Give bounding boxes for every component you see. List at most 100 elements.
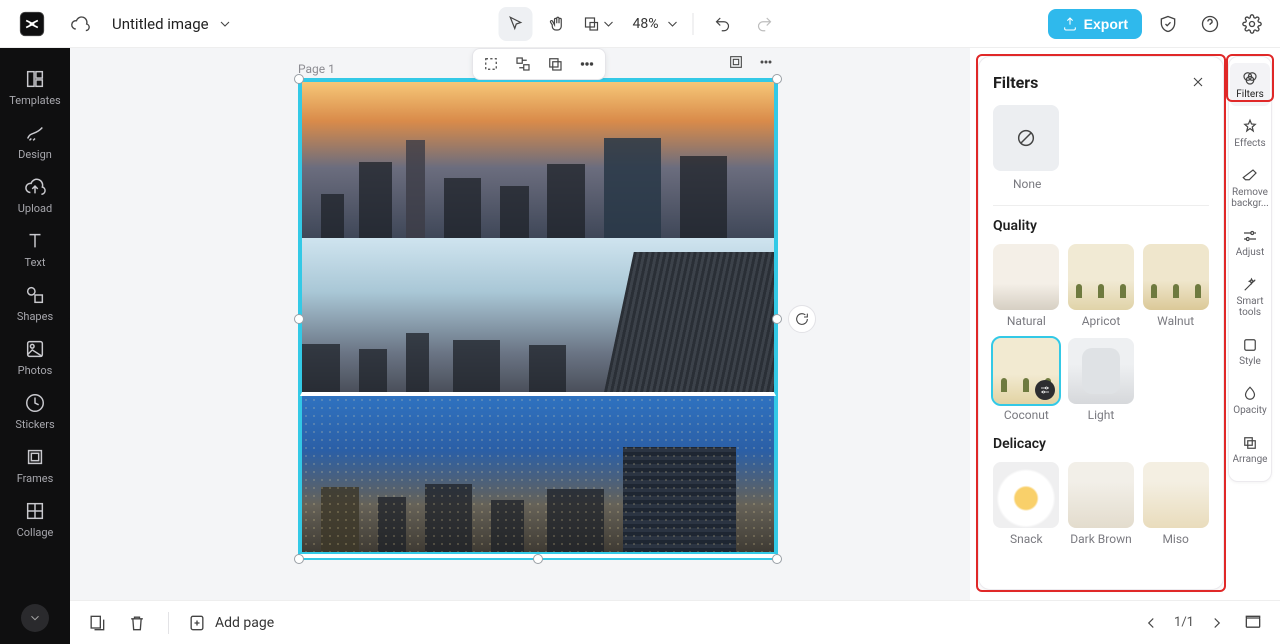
- expand-page-button[interactable]: [726, 52, 746, 72]
- cursor-tool[interactable]: [499, 7, 533, 41]
- photos-icon: [24, 338, 46, 360]
- prop-label: Filters: [1236, 89, 1264, 100]
- pages-panel-button[interactable]: [84, 610, 110, 636]
- sidebar-item-upload[interactable]: Upload: [3, 170, 67, 220]
- sidebar-item-stickers[interactable]: Stickers: [3, 386, 67, 436]
- none-icon: [1015, 127, 1037, 149]
- add-page-icon: [187, 613, 207, 633]
- sidebar-item-shapes[interactable]: Shapes: [3, 278, 67, 328]
- sidebar-item-text[interactable]: Text: [3, 224, 67, 274]
- prop-adjust[interactable]: Adjust: [1230, 221, 1270, 264]
- sidebar-item-templates[interactable]: Templates: [3, 62, 67, 112]
- filter-walnut[interactable]: Walnut: [1142, 244, 1209, 328]
- prop-style[interactable]: Style: [1230, 330, 1270, 373]
- gear-icon: [1242, 14, 1262, 34]
- prop-filters[interactable]: Filters: [1230, 63, 1270, 106]
- sidebar-item-label: Frames: [17, 472, 54, 485]
- sidebar-item-label: Design: [18, 148, 52, 161]
- chevron-left-icon: [1142, 614, 1160, 632]
- more-button[interactable]: [575, 52, 599, 76]
- filter-none-label: None: [1013, 177, 1041, 191]
- selection-toolbar: [472, 48, 606, 80]
- effects-icon: [1241, 118, 1259, 136]
- prop-label: Effects: [1234, 138, 1265, 149]
- opacity-icon: [1241, 385, 1259, 403]
- shield-button[interactable]: [1152, 8, 1184, 40]
- prop-opacity[interactable]: Opacity: [1230, 379, 1270, 422]
- resize-handle-bc[interactable]: [533, 554, 543, 564]
- section-title-quality: Quality: [993, 218, 1209, 234]
- undo-button[interactable]: [706, 7, 740, 41]
- app-logo[interactable]: [12, 4, 52, 44]
- resize-handle-mr[interactable]: [772, 314, 782, 324]
- prop-label: Style: [1239, 356, 1261, 367]
- filter-label: Dark Brown: [1070, 532, 1131, 546]
- document-title-text: Untitled image: [112, 15, 209, 33]
- arrange-icon: [1241, 434, 1259, 452]
- filter-dark-brown[interactable]: Dark Brown: [1068, 462, 1135, 546]
- prop-smart-tools[interactable]: Smart tools: [1230, 270, 1270, 324]
- rotate-button[interactable]: [788, 305, 816, 333]
- sidebar-item-frames[interactable]: Frames: [3, 440, 67, 490]
- filter-apricot[interactable]: Apricot: [1068, 244, 1135, 328]
- filter-snack[interactable]: Snack: [993, 462, 1060, 546]
- prop-effects[interactable]: Effects: [1230, 112, 1270, 155]
- present-button[interactable]: [1240, 610, 1266, 636]
- resize-tool[interactable]: [583, 7, 617, 41]
- export-button[interactable]: Export: [1048, 9, 1142, 39]
- collage-cell-1[interactable]: [300, 80, 776, 238]
- resize-handle-tl[interactable]: [294, 74, 304, 84]
- sidebar-item-label: Upload: [18, 202, 52, 215]
- canvas-selection[interactable]: [298, 78, 778, 560]
- export-label: Export: [1084, 16, 1128, 32]
- separator: [168, 612, 169, 634]
- sidebar-item-label: Collage: [17, 526, 54, 539]
- cursor-icon: [507, 15, 525, 33]
- prop-remove-bg[interactable]: Remove backgr...: [1230, 161, 1270, 215]
- document-title-dropdown[interactable]: Untitled image: [112, 15, 233, 33]
- duplicate-icon: [546, 55, 564, 73]
- resize-handle-ml[interactable]: [294, 314, 304, 324]
- crop-button[interactable]: [479, 52, 503, 76]
- filter-light[interactable]: Light: [1068, 338, 1135, 422]
- replace-button[interactable]: [511, 52, 535, 76]
- help-icon: [1200, 14, 1220, 34]
- properties-sidebar: Filters Effects Remove backgr... Adjust …: [1228, 56, 1272, 482]
- collage-cell-3[interactable]: [300, 396, 776, 554]
- next-page-button: [1204, 610, 1230, 636]
- sidebar-item-design[interactable]: Design: [3, 116, 67, 166]
- resize-handle-bl[interactable]: [294, 554, 304, 564]
- filter-natural[interactable]: Natural: [993, 244, 1060, 328]
- chevron-down-icon: [28, 611, 42, 625]
- chevron-right-icon: [1208, 614, 1226, 632]
- help-button[interactable]: [1194, 8, 1226, 40]
- filter-none[interactable]: [993, 105, 1059, 171]
- settings-button[interactable]: [1236, 8, 1268, 40]
- zoom-dropdown[interactable]: 48%: [633, 16, 681, 32]
- more-icon: [758, 54, 774, 70]
- redo-button[interactable]: [748, 7, 782, 41]
- sidebar-item-collage[interactable]: Collage: [3, 494, 67, 544]
- sidebar-item-photos[interactable]: Photos: [3, 332, 67, 382]
- templates-icon: [24, 68, 46, 90]
- hand-tool[interactable]: [541, 7, 575, 41]
- prop-arrange[interactable]: Arrange: [1230, 428, 1270, 471]
- filter-miso[interactable]: Miso: [1142, 462, 1209, 546]
- sidebar-more-button[interactable]: [21, 604, 49, 632]
- cloud-sync-button[interactable]: [64, 8, 96, 40]
- trash-icon: [127, 613, 147, 633]
- filter-coconut[interactable]: Coconut: [993, 338, 1060, 422]
- close-icon: [1190, 74, 1206, 90]
- duplicate-button[interactable]: [543, 52, 567, 76]
- resize-handle-br[interactable]: [772, 554, 782, 564]
- add-page-button[interactable]: Add page: [187, 613, 274, 633]
- close-panel-button[interactable]: [1187, 71, 1209, 93]
- resize-handle-tr[interactable]: [772, 74, 782, 84]
- filter-adjust-badge[interactable]: [1035, 380, 1055, 400]
- more-icon: [578, 55, 596, 73]
- filter-grid-delicacy: Snack Dark Brown Miso: [993, 462, 1209, 546]
- page-more-button[interactable]: [756, 52, 776, 72]
- collage-cell-2[interactable]: [300, 238, 776, 396]
- canvas-stage[interactable]: Page 1: [70, 48, 970, 600]
- filter-label: Walnut: [1157, 314, 1194, 328]
